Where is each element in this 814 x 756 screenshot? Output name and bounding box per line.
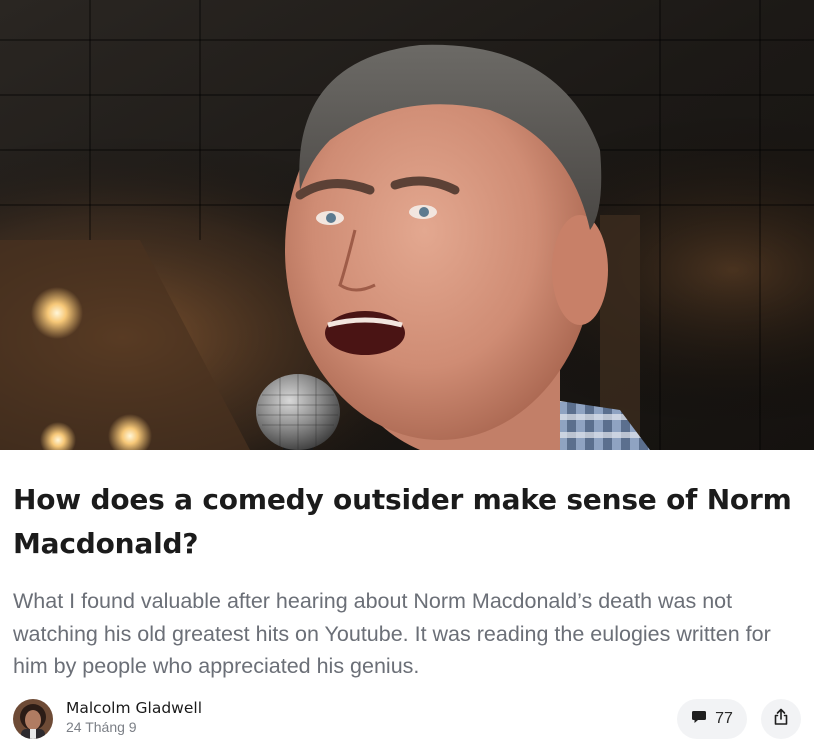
post-date: 24 Tháng 9 xyxy=(66,719,137,735)
share-icon xyxy=(772,708,790,731)
article-subtitle[interactable]: What I found valuable after hearing abou… xyxy=(13,585,803,683)
article-title[interactable]: How does a comedy outsider make sense of… xyxy=(13,478,793,566)
hero-photo xyxy=(0,0,814,450)
speech-bubble-icon xyxy=(691,709,707,730)
comment-count: 77 xyxy=(715,710,733,727)
author-avatar[interactable] xyxy=(13,699,53,739)
hero-image[interactable] xyxy=(0,0,814,450)
author-name[interactable]: Malcolm Gladwell xyxy=(66,698,202,718)
share-button[interactable] xyxy=(761,699,801,739)
author-byline[interactable]: Malcolm Gladwell 24 Tháng 9 xyxy=(13,698,202,740)
post-actions: 77 xyxy=(677,699,801,739)
comments-button[interactable]: 77 xyxy=(677,699,747,739)
avatar-photo xyxy=(13,699,53,739)
